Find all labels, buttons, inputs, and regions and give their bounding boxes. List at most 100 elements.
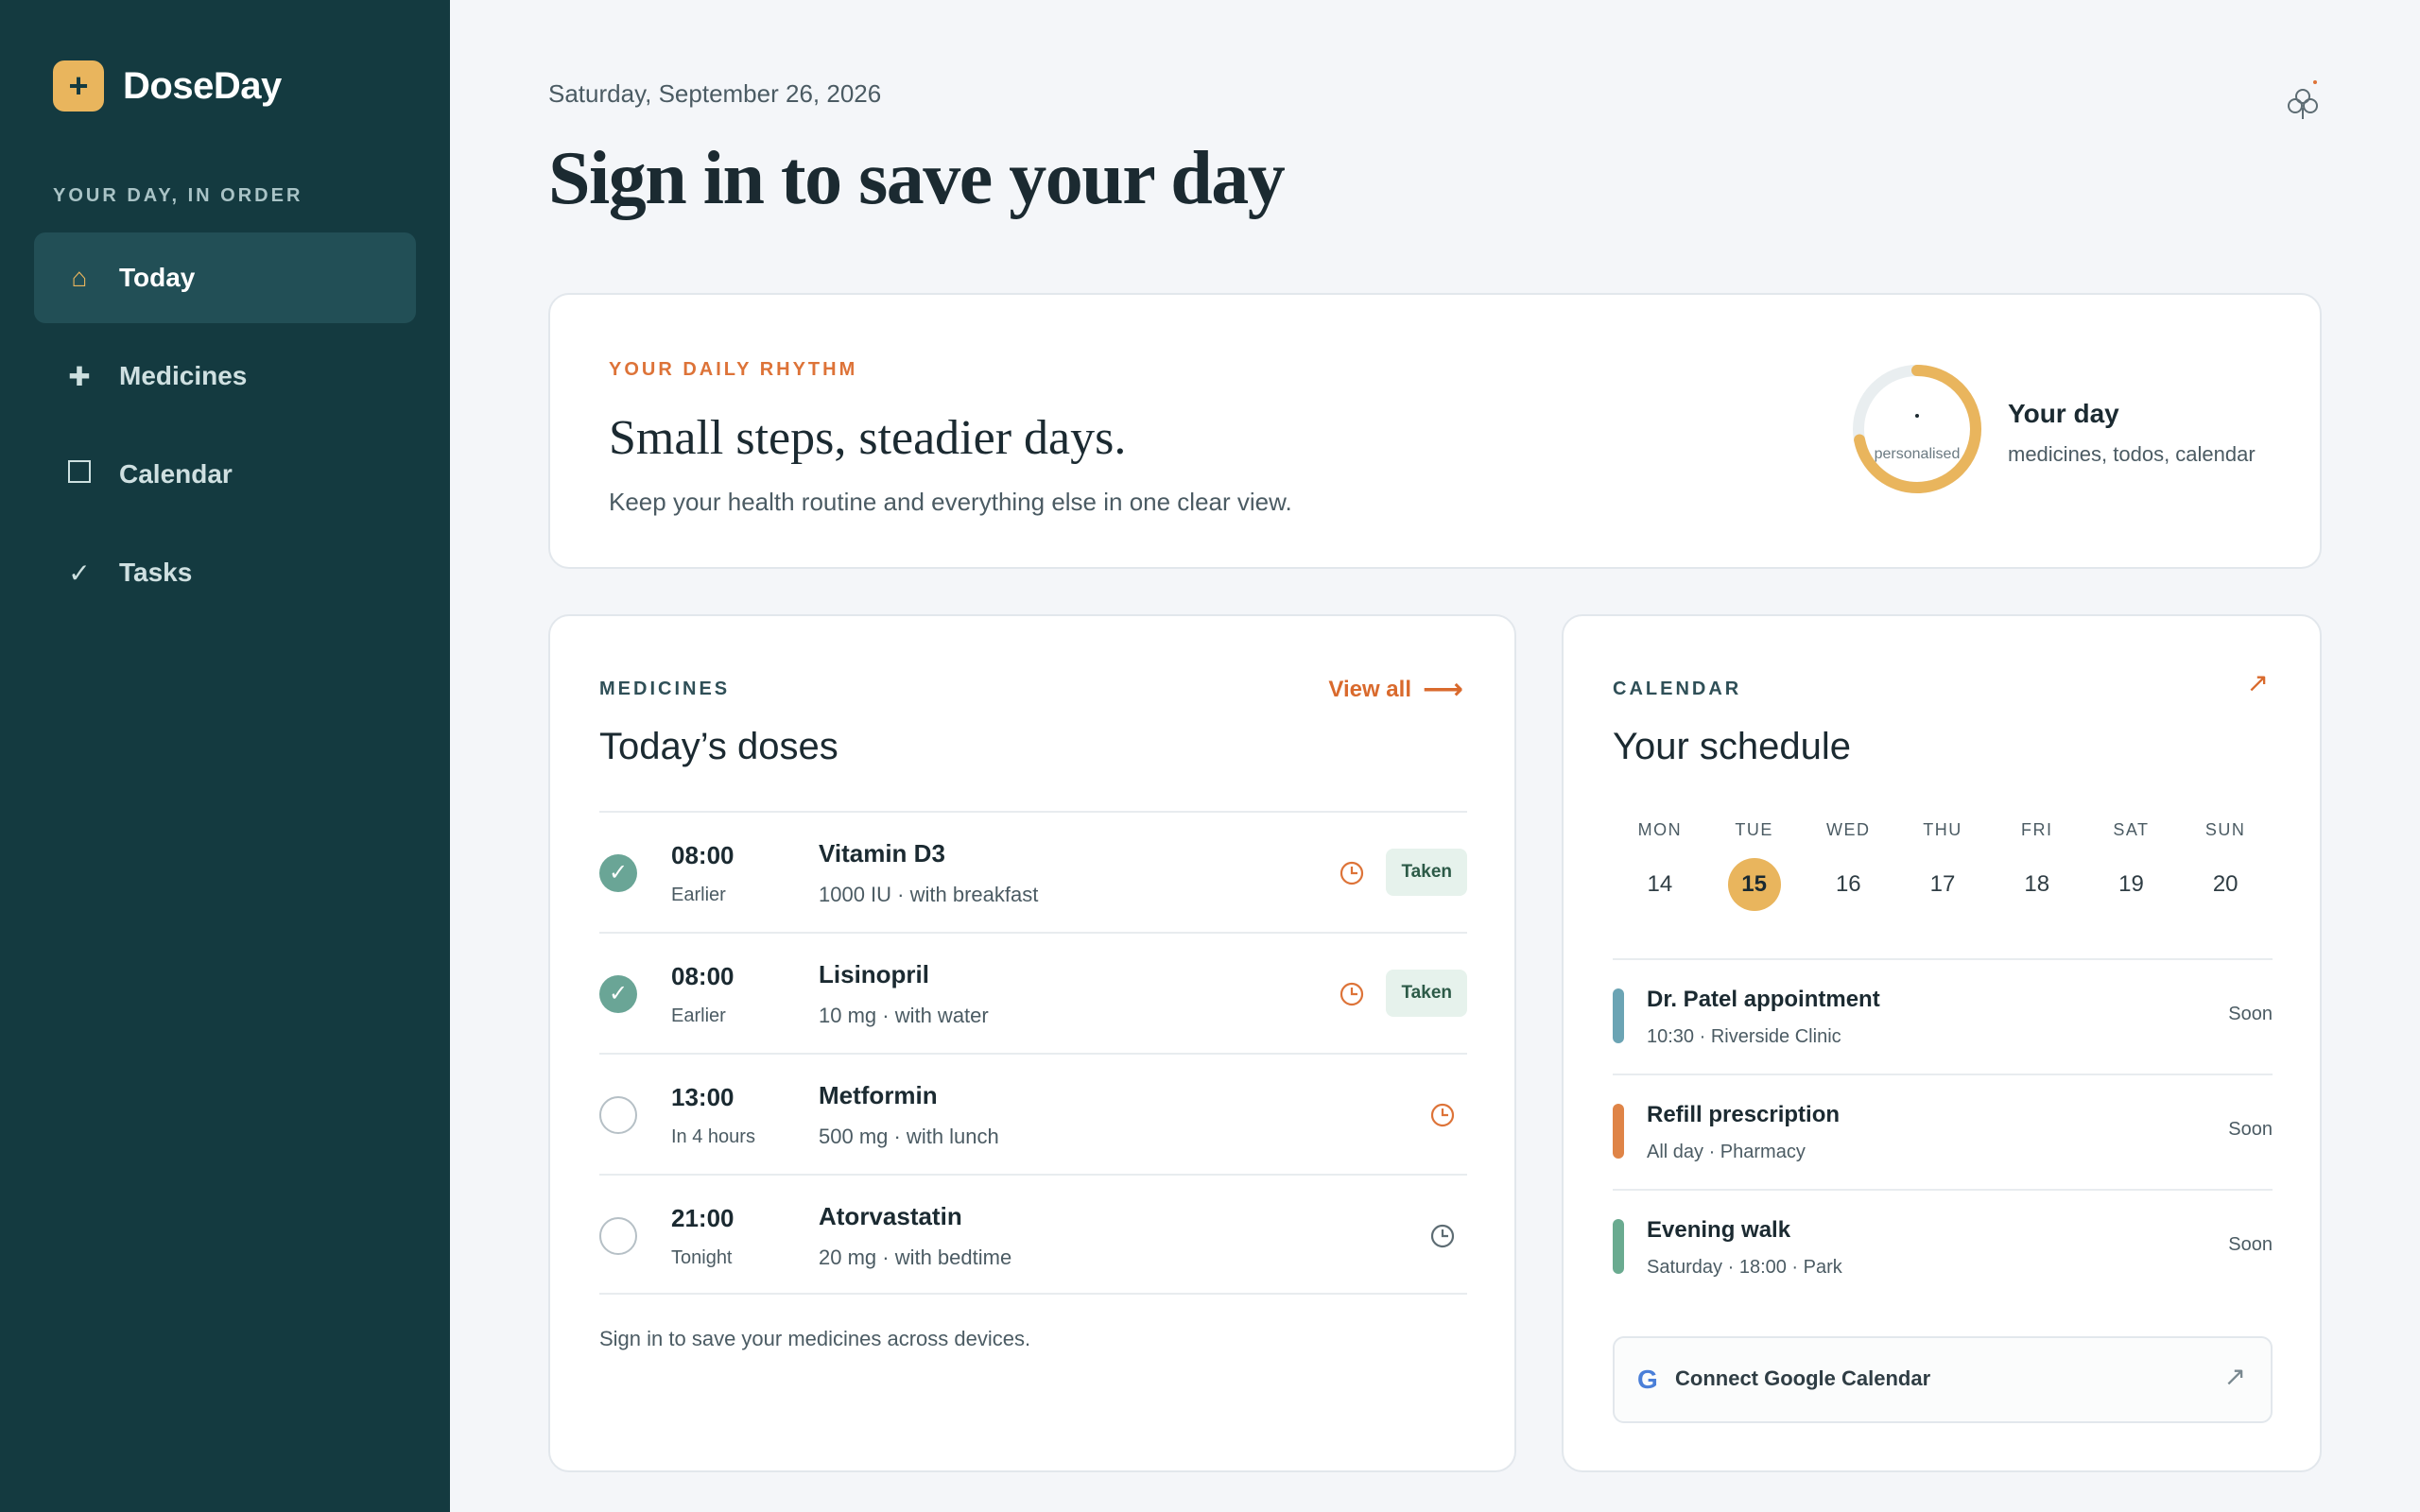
clock-icon[interactable] — [1339, 860, 1365, 886]
dose-detail: 1000 IU · with breakfast — [819, 883, 1039, 906]
dose-row: 13:00 In 4 hours Metformin 500 mg · with… — [599, 1053, 1467, 1174]
view-all-link[interactable]: View all ⟶ — [1328, 673, 1463, 706]
event-title: Dr. Patel appointment — [1647, 987, 1880, 1012]
day-name: THU — [1923, 820, 1962, 839]
dose-time: 08:00 — [671, 962, 735, 990]
day-thu[interactable]: THU 17 — [1895, 820, 1990, 911]
day-number: 17 — [1929, 871, 1956, 897]
sidebar-nav: ⌂ Today ✚ Medicines Calendar ✓ Tasks — [34, 232, 416, 626]
brand-name: DoseDay — [123, 64, 282, 107]
medicines-eyebrow: MEDICINES — [599, 679, 731, 699]
dose-row: ✓ 08:00 Earlier Lisinopril 10 mg · with … — [599, 932, 1467, 1053]
day-number: 14 — [1647, 871, 1673, 897]
medicines-title: Today’s doses — [599, 726, 838, 767]
taken-badge: Taken — [1386, 849, 1467, 896]
day-name: TUE — [1735, 820, 1773, 839]
event-color-bar — [1613, 988, 1624, 1043]
calendar-eyebrow: CALENDAR — [1613, 679, 1742, 699]
dose-name: Vitamin D3 — [819, 839, 945, 868]
external-link-icon: ↗ — [2223, 1362, 2246, 1391]
check-icon: ✓ — [68, 558, 91, 588]
day-wed[interactable]: WED 16 — [1801, 820, 1895, 911]
medicines-signin-note: Sign in to save your medicines across de… — [599, 1327, 1031, 1350]
arrow-right-icon: ⟶ — [1422, 674, 1463, 705]
day-tue[interactable]: TUE 15 — [1707, 820, 1802, 911]
connect-google-calendar-button[interactable]: G Connect Google Calendar ↗ — [1613, 1336, 2273, 1423]
dose-relative-time: Earlier — [671, 1005, 726, 1026]
dose-relative-time: In 4 hours — [671, 1126, 755, 1147]
sidebar-item-medicines[interactable]: ✚ Medicines — [34, 331, 416, 421]
clock-icon[interactable] — [1429, 1102, 1456, 1128]
day-name: SUN — [2204, 820, 2246, 839]
dose-time: 13:00 — [671, 1083, 735, 1111]
calendar-title: Your schedule — [1613, 726, 1852, 767]
week-strip: MON 14 TUE 15 WED 16 THU 17 FRI 18 SAT 1… — [1613, 820, 2273, 911]
rhythm-eyebrow: YOUR DAILY RHYTHM — [609, 359, 858, 380]
ring-center-dot — [1915, 414, 1919, 418]
sidebar-section-label: YOUR DAY, IN ORDER — [53, 185, 303, 206]
event-title: Refill prescription — [1647, 1102, 1841, 1127]
sidebar-item-label: Calendar — [119, 459, 233, 489]
dose-relative-time: Earlier — [671, 885, 726, 905]
day-sat[interactable]: SAT 19 — [2084, 820, 2179, 911]
clock-icon[interactable] — [1429, 1223, 1456, 1249]
day-mon[interactable]: MON 14 — [1613, 820, 1707, 911]
day-number: 20 — [2212, 871, 2238, 897]
dose-list: ✓ 08:00 Earlier Vitamin D3 1000 IU · wit… — [599, 811, 1467, 1295]
sidebar-item-calendar[interactable]: Calendar — [34, 429, 416, 520]
rhythm-subtitle: Keep your health routine and everything … — [609, 488, 1292, 516]
sidebar-item-today[interactable]: ⌂ Today — [34, 232, 416, 323]
sidebar-item-label: Medicines — [119, 361, 248, 390]
dose-name: Metformin — [819, 1081, 938, 1109]
page-title: Sign in to save your day — [548, 137, 1286, 220]
event-title: Evening walk — [1647, 1217, 1791, 1243]
event-status: Soon — [2228, 1234, 2273, 1255]
sidebar-item-tasks[interactable]: ✓ Tasks — [34, 527, 416, 618]
event-meta: Saturday · 18:00 · Park — [1647, 1257, 1842, 1278]
clock-icon[interactable] — [1339, 981, 1365, 1007]
current-date: Saturday, September 26, 2026 — [548, 79, 882, 108]
daily-rhythm-card: YOUR DAILY RHYTHM Small steps, steadier … — [548, 293, 2322, 569]
sidebar-item-label: Tasks — [119, 558, 193, 587]
sidebar-item-label: Today — [119, 263, 196, 292]
day-number: 19 — [2118, 871, 2144, 897]
ring-label: personalised — [1874, 446, 1961, 462]
calendar-card: CALENDAR ↗ Your schedule MON 14 TUE 15 W… — [1562, 614, 2322, 1472]
dose-taken-checkbox[interactable] — [599, 1217, 637, 1255]
plus-icon: ✚ — [68, 361, 91, 391]
medicines-card: MEDICINES View all ⟶ Today’s doses ✓ 08:… — [548, 614, 1516, 1472]
progress-ring — [1853, 365, 1981, 493]
rhythm-title: Small steps, steadier days. — [609, 411, 1127, 465]
external-link-icon[interactable]: ↗ — [2247, 667, 2269, 698]
event-item[interactable]: Evening walk Saturday · 18:00 · Park Soo… — [1613, 1189, 2273, 1304]
dose-time: 08:00 — [671, 841, 735, 869]
event-item[interactable]: Dr. Patel appointment 10:30 · Riverside … — [1613, 958, 2273, 1074]
day-number: 18 — [2024, 871, 2050, 897]
dose-taken-checkbox[interactable] — [599, 1096, 637, 1134]
brand[interactable]: + DoseDay — [53, 60, 282, 112]
dose-time: 21:00 — [671, 1204, 735, 1232]
dose-name: Atorvastatin — [819, 1202, 962, 1230]
google-icon: G — [1637, 1365, 1658, 1394]
dose-name: Lisinopril — [819, 960, 929, 988]
day-number: 15 — [1727, 858, 1781, 911]
event-color-bar — [1613, 1104, 1624, 1159]
dose-detail: 500 mg · with lunch — [819, 1125, 999, 1148]
home-icon: ⌂ — [71, 263, 88, 292]
dose-taken-checkbox[interactable]: ✓ — [599, 854, 637, 892]
square-icon — [60, 459, 98, 490]
day-sun[interactable]: SUN 20 — [2178, 820, 2273, 911]
day-name: MON — [1637, 820, 1683, 839]
clover-profile-icon[interactable] — [2282, 79, 2324, 127]
event-status: Soon — [2228, 1004, 2273, 1024]
day-fri[interactable]: FRI 18 — [1990, 820, 2084, 911]
day-name: WED — [1826, 820, 1871, 839]
dose-taken-checkbox[interactable]: ✓ — [599, 975, 637, 1013]
day-name: SAT — [2113, 820, 2150, 839]
taken-badge: Taken — [1386, 970, 1467, 1017]
sidebar: + DoseDay YOUR DAY, IN ORDER ⌂ Today ✚ M… — [0, 0, 450, 1512]
event-item[interactable]: Refill prescription All day · Pharmacy S… — [1613, 1074, 2273, 1189]
day-name: FRI — [2020, 820, 2053, 839]
day-number: 16 — [1835, 871, 1861, 897]
event-meta: 10:30 · Riverside Clinic — [1647, 1026, 1841, 1047]
